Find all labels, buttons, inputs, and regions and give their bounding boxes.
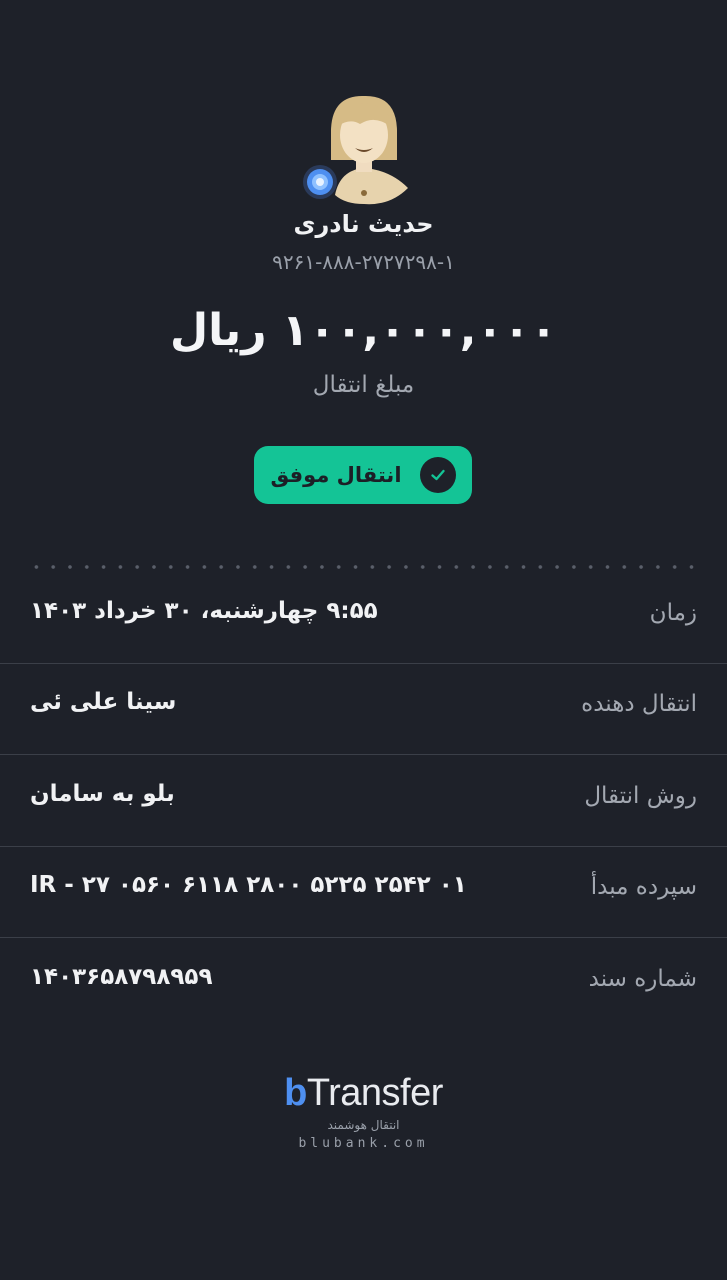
recipient-name: حدیث نادری (293, 210, 434, 238)
brand-tagline: انتقال هوشمند (327, 1118, 400, 1132)
transfer-amount: ۱۰۰,۰۰۰,۰۰۰ ریال (169, 305, 557, 356)
detail-row-sender: انتقال دهنده سینا علی ئی (0, 663, 727, 755)
detail-label: شماره سند (588, 966, 697, 992)
recipient-account-number: ۹۲۶۱-۸۸۸-۲۷۲۷۲۹۸-۱ (272, 250, 455, 274)
detail-value: IR - ۲۷ ۰۵۶۰ ۶۱۱۸ ۲۸۰۰ ۵۲۲۵ ۲۵۴۲ ۰۱ (30, 872, 467, 898)
transfer-receipt: حدیث نادری ۹۲۶۱-۸۸۸-۲۷۲۷۲۹۸-۱ ۱۰۰,۰۰۰,۰۰… (0, 0, 727, 1280)
detail-value: بلو به سامان (30, 781, 175, 807)
status-text: انتقال موفق (270, 463, 402, 487)
status-badge: انتقال موفق (254, 446, 472, 504)
detail-value: ۹:۵۵ چهارشنبه، ۳۰ خرداد ۱۴۰۳ (30, 598, 378, 624)
detail-label: سپرده مبدأ (590, 874, 697, 900)
detail-label: زمان (649, 600, 697, 626)
detail-value: ۱۴۰۳۶۵۸۷۹۸۹۵۹ (30, 964, 213, 990)
check-circle-icon (419, 457, 456, 493)
detail-row-method: روش انتقال بلو به سامان (0, 755, 727, 847)
detail-row-source-account: سپرده مبدأ IR - ۲۷ ۰۵۶۰ ۶۱۱۸ ۲۸۰۰ ۵۲۲۵ ۲… (0, 846, 727, 938)
detail-row-time: زمان ۹:۵۵ چهارشنبه، ۳۰ خرداد ۱۴۰۳ (0, 572, 727, 664)
recipient-avatar (300, 90, 420, 210)
brand-url: blubank.com (298, 1136, 429, 1151)
flower-badge-icon (303, 165, 337, 199)
detail-row-document-number: شماره سند ۱۴۰۳۶۵۸۷۹۸۹۵۹ (0, 938, 727, 1029)
detail-label: روش انتقال (584, 783, 697, 809)
detail-value: سینا علی ئی (30, 689, 177, 715)
transfer-amount-label: مبلغ انتقال (312, 372, 415, 398)
detail-label: انتقال دهنده (581, 691, 697, 717)
brand-logo: bTransfer انتقال هوشمند blubank.com (0, 1070, 727, 1154)
dotted-divider (28, 565, 700, 569)
btransfer-logo: bTransfer (284, 1072, 443, 1114)
